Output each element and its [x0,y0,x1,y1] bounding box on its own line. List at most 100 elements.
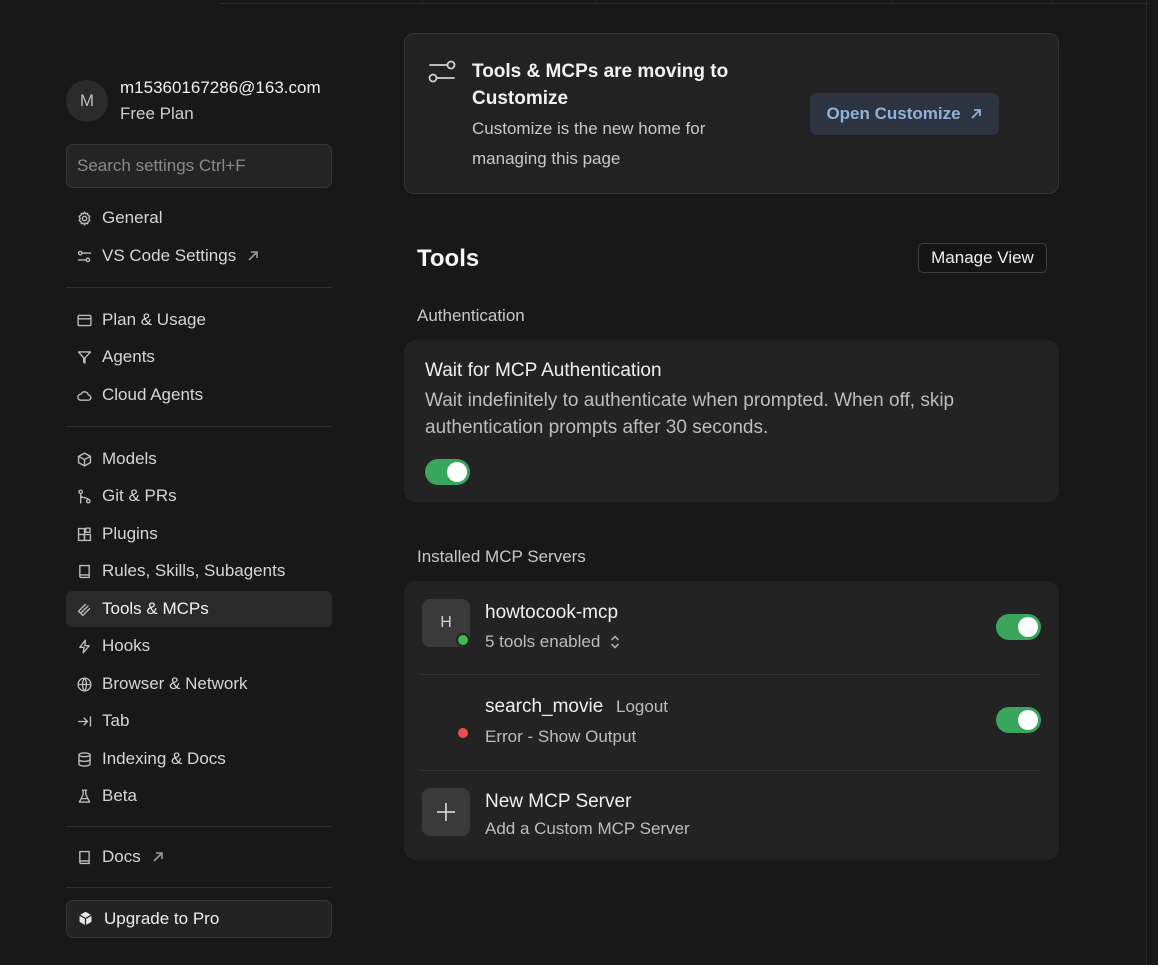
agents-icon [74,347,94,367]
authentication-section-label: Authentication [417,306,525,325]
tab-icon [74,711,94,731]
top-tab-strip [220,0,1148,4]
banner-title: Tools & MCPs are moving to Customize [472,61,729,109]
sidebar-item-label: Browser & Network [102,674,248,693]
cloud-icon [74,385,94,405]
database-icon [74,749,94,769]
sidebar-item-label: Plugins [102,524,158,543]
globe-icon [74,674,94,694]
show-output-link[interactable]: Error - Show Output [485,727,636,747]
sidebar-item-label: Indexing & Docs [102,749,226,768]
sidebar-item-plugins[interactable]: Plugins [66,516,332,552]
search-placeholder: Search settings Ctrl+F [77,156,246,175]
sidebar-item-rules[interactable]: Rules, Skills, Subagents [66,553,332,589]
howtocook-toggle[interactable] [996,614,1041,640]
page-title: Tools [417,245,480,272]
book-icon [74,561,94,581]
external-link-icon [970,109,981,119]
new-server-subtitle-text: Add a Custom MCP Server [485,819,690,838]
external-link-icon [246,249,260,263]
search-movie-toggle[interactable] [996,707,1041,733]
logout-link[interactable]: Logout [616,697,668,717]
sidebar-item-vscode-settings[interactable]: VS Code Settings [66,238,332,274]
sidebar-item-beta[interactable]: Beta [66,778,332,814]
gear-icon [74,208,94,228]
sidebar-item-hooks[interactable]: Hooks [66,628,332,664]
user-profile: M m15360167286@163.com Free Plan [66,78,332,124]
avatar: M [66,80,108,122]
sidebar-item-label: Models [102,449,157,468]
sidebar-item-git-prs[interactable]: Git & PRs [66,478,332,514]
auth-setting-description: Wait indefinitely to authenticate when p… [425,390,955,438]
upgrade-label: Upgrade to Pro [104,909,220,928]
sidebar-item-label: Cloud Agents [102,385,204,404]
tools-enabled-dropdown[interactable]: 5 tools enabled [485,632,621,652]
new-server-subtitle: Add a Custom MCP Server [485,819,690,839]
manage-view-button[interactable]: Manage View [918,243,1047,273]
banner-description: Customize is the new home for managing t… [472,119,706,168]
sidebar-item-label: Beta [102,786,137,805]
installed-servers-card: H howtocook-mcp 5 tools enabled search_m… [404,581,1059,860]
plus-icon [422,788,470,836]
book-icon [74,847,94,867]
sidebar-item-label: Git & PRs [102,486,177,505]
user-plan: Free Plan [120,104,194,123]
sidebar-item-browser-network[interactable]: Browser & Network [66,666,332,702]
auth-setting-title: Wait for MCP Authentication [425,360,662,381]
sidebar-item-tab[interactable]: Tab [66,703,332,739]
sidebar-divider [66,887,332,888]
sidebar-item-general[interactable]: General [66,200,332,236]
new-server-title: New MCP Server [485,791,632,812]
sliders-icon [427,58,457,86]
flask-icon [74,786,94,806]
bolt-icon [74,636,94,656]
settings-sidebar: M m15360167286@163.com Free Plan Search … [66,0,332,965]
status-dot-ok [456,633,470,647]
sidebar-divider [66,426,332,427]
server-status-text: Error - Show Output [485,727,637,746]
tools-icon [74,599,94,619]
sidebar-item-label: Rules, Skills, Subagents [102,561,286,580]
search-input[interactable]: Search settings Ctrl+F [66,144,332,188]
sidebar-item-label: Tools & MCPs [102,599,209,618]
vertical-scrollbar-edge [1146,0,1147,965]
sliders-icon [74,246,94,266]
sidebar-item-label: Tab [102,711,130,730]
user-email: m15360167286@163.com [120,78,321,97]
server-name: search_movie [485,696,604,717]
sidebar-item-plan-usage[interactable]: Plan & Usage [66,302,332,338]
upgrade-to-pro-button[interactable]: Upgrade to Pro [66,900,332,938]
customize-banner: Tools & MCPs are moving to Customize Cus… [404,33,1059,194]
chevron-updown-icon [611,635,620,649]
sidebar-item-label: Hooks [102,636,151,655]
sidebar-item-models[interactable]: Models [66,441,332,477]
installed-servers-section-label: Installed MCP Servers [417,547,586,566]
server-name: howtocook-mcp [485,602,619,623]
authentication-card: Wait for MCP Authentication Wait indefin… [404,340,1059,502]
sidebar-item-docs[interactable]: Docs [66,839,332,875]
wait-auth-toggle[interactable] [425,459,470,485]
open-customize-label: Open Customize [826,104,961,123]
cube-icon [77,910,95,928]
row-divider [420,770,1041,771]
external-link-icon [151,850,165,864]
sidebar-divider [66,287,332,288]
sidebar-item-tools-mcps[interactable]: Tools & MCPs [66,591,332,627]
sidebar-item-label: General [102,208,163,227]
sidebar-item-agents[interactable]: Agents [66,339,332,375]
sidebar-item-label: Agents [102,347,155,366]
git-icon [74,486,94,506]
sidebar-item-label: Plan & Usage [102,310,206,329]
card-icon [74,310,94,330]
sidebar-item-indexing-docs[interactable]: Indexing & Docs [66,741,332,777]
status-dot-error [456,726,470,740]
open-customize-button[interactable]: Open Customize [810,93,999,135]
sidebar-divider [66,826,332,827]
server-status-text: 5 tools enabled [485,632,601,651]
sidebar-item-cloud-agents[interactable]: Cloud Agents [66,377,332,413]
cube-icon [74,449,94,469]
puzzle-icon [74,524,94,544]
row-divider [420,674,1041,675]
sidebar-item-label: VS Code Settings [102,246,237,265]
sidebar-item-label: Docs [102,847,141,866]
